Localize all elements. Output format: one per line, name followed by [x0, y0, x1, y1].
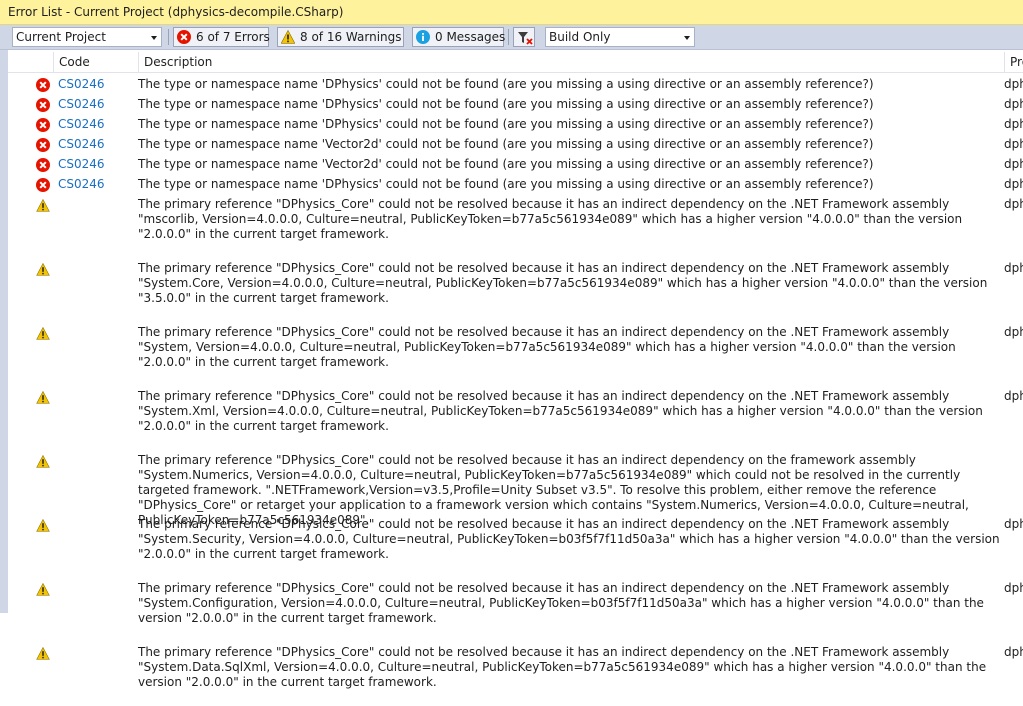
error-icon: [36, 138, 50, 152]
error-description: The primary reference "DPhysics_Core" co…: [138, 581, 984, 625]
column-header-project[interactable]: Pro: [1004, 52, 1023, 72]
filter-clear-icon: [518, 32, 533, 45]
warning-icon: [281, 30, 295, 44]
build-source-dropdown[interactable]: Build Only: [545, 27, 695, 47]
column-header-code[interactable]: Code: [53, 52, 138, 72]
error-project: dph: [1004, 325, 1023, 339]
error-row[interactable]: CS0246 The type or namespace name 'DPhysi…: [8, 114, 1023, 134]
messages-filter-label: 0 Messages: [435, 30, 506, 44]
error-project: dph: [1004, 117, 1023, 131]
build-source-dropdown-value: Build Only: [549, 30, 611, 44]
warning-icon: [36, 263, 50, 276]
warning-icon: [36, 647, 50, 660]
toolbar-separator: [168, 29, 169, 45]
info-icon: [416, 30, 430, 44]
scope-dropdown-value: Current Project: [16, 30, 106, 44]
warning-icon: [36, 199, 50, 212]
error-project: dph: [1004, 157, 1023, 171]
errors-filter-button[interactable]: 6 of 7 Errors: [173, 27, 270, 47]
warning-row[interactable]: The primary reference "DPhysics_Core" co…: [8, 578, 1023, 642]
error-row[interactable]: CS0246 The type or namespace name 'DPhysi…: [8, 94, 1023, 114]
error-icon: [36, 98, 50, 112]
column-header-description[interactable]: Description: [138, 52, 1004, 72]
error-description: The primary reference "DPhysics_Core" co…: [138, 645, 987, 689]
warning-icon: [36, 391, 50, 404]
error-description: The type or namespace name 'DPhysics' co…: [138, 177, 874, 191]
error-row[interactable]: CS0246 The type or namespace name 'DPhysi…: [8, 74, 1023, 94]
error-icon: [177, 30, 191, 44]
errors-filter-label: 6 of 7 Errors: [196, 30, 270, 44]
chevron-down-icon: [151, 36, 157, 40]
warnings-filter-button[interactable]: 8 of 16 Warnings: [277, 27, 404, 47]
scope-dropdown[interactable]: Current Project: [12, 27, 162, 47]
error-list-title-bar: Error List - Current Project (dphysics-d…: [0, 0, 1023, 25]
error-row[interactable]: CS0246 The type or namespace name 'Vector…: [8, 154, 1023, 174]
error-project: dph: [1004, 177, 1023, 191]
error-code-link[interactable]: CS0246: [58, 97, 105, 111]
messages-filter-button[interactable]: 0 Messages: [412, 27, 506, 47]
warning-row[interactable]: The primary reference "DPhysics_Core" co…: [8, 258, 1023, 322]
error-code-link[interactable]: CS0246: [58, 137, 105, 151]
toolbar-separator: [508, 29, 509, 45]
warning-icon: [36, 455, 50, 468]
error-icon: [36, 178, 50, 192]
warning-icon: [36, 327, 50, 340]
error-project: dph: [1004, 261, 1023, 275]
error-row[interactable]: CS0246 The type or namespace name 'DPhysi…: [8, 174, 1023, 194]
error-list-rows: CS0246 The type or namespace name 'DPhysi…: [8, 74, 1023, 706]
error-code-link[interactable]: CS0246: [58, 77, 105, 91]
error-project: dph: [1004, 389, 1023, 403]
warning-row[interactable]: The primary reference "DPhysics_Core" co…: [8, 386, 1023, 450]
error-description: The type or namespace name 'DPhysics' co…: [138, 117, 874, 131]
left-border: [0, 50, 8, 613]
warning-row[interactable]: The primary reference "DPhysics_Core" co…: [8, 450, 1023, 527]
clear-filter-button[interactable]: [513, 27, 535, 47]
warning-icon: [36, 519, 50, 532]
error-icon: [36, 158, 50, 172]
error-project: dph: [1004, 517, 1023, 531]
error-description: The type or namespace name 'DPhysics' co…: [138, 97, 874, 111]
error-project: dph: [1004, 97, 1023, 111]
error-description: The primary reference "DPhysics_Core" co…: [138, 325, 956, 369]
warning-row[interactable]: The primary reference "DPhysics_Core" co…: [8, 194, 1023, 258]
error-code-link[interactable]: CS0246: [58, 157, 105, 171]
error-list-toolbar: Current Project 6 of 7 Errors 8 of 16 Wa…: [0, 25, 1023, 50]
warning-row[interactable]: The primary reference "DPhysics_Core" co…: [8, 322, 1023, 386]
warning-row[interactable]: The primary reference "DPhysics_Core" co…: [8, 514, 1023, 578]
error-project: dph: [1004, 645, 1023, 659]
error-description: The primary reference "DPhysics_Core" co…: [138, 517, 1000, 561]
error-icon: [36, 118, 50, 132]
error-code-link[interactable]: CS0246: [58, 177, 105, 191]
error-icon: [36, 78, 50, 92]
warning-row[interactable]: The primary reference "DPhysics_Core" co…: [8, 642, 1023, 706]
error-description: The type or namespace name 'DPhysics' co…: [138, 77, 874, 91]
error-project: dph: [1004, 77, 1023, 91]
error-description: The primary reference "DPhysics_Core" co…: [138, 261, 988, 305]
warning-icon: [36, 583, 50, 596]
chevron-down-icon: [684, 36, 690, 40]
error-code-link[interactable]: CS0246: [58, 117, 105, 131]
error-project: dph: [1004, 197, 1023, 211]
error-description: The primary reference "DPhysics_Core" co…: [138, 389, 983, 433]
error-description: The type or namespace name 'Vector2d' co…: [138, 157, 874, 171]
error-description: The type or namespace name 'Vector2d' co…: [138, 137, 874, 151]
error-project: dph: [1004, 137, 1023, 151]
window-title: Error List - Current Project (dphysics-d…: [8, 5, 344, 19]
column-header-row: Code Description Pro: [8, 52, 1023, 73]
error-row[interactable]: CS0246 The type or namespace name 'Vector…: [8, 134, 1023, 154]
warnings-filter-label: 8 of 16 Warnings: [300, 30, 402, 44]
error-project: dph: [1004, 581, 1023, 595]
error-description: The primary reference "DPhysics_Core" co…: [138, 197, 963, 241]
